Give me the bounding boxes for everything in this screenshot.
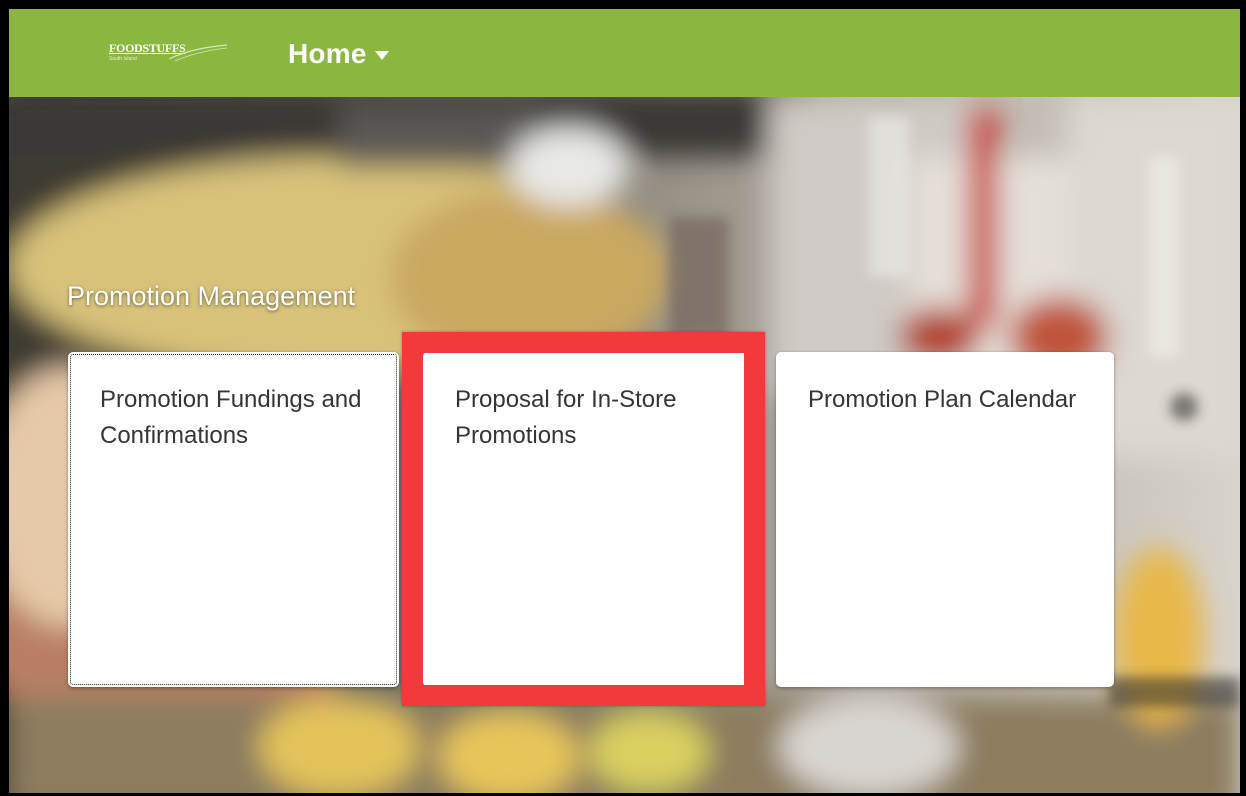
tile-promotion-plan-calendar[interactable]: Promotion Plan Calendar <box>776 352 1114 687</box>
shell-header: FOODSTUFFS South Island Home <box>9 9 1240 97</box>
group-title: Promotion Management <box>67 281 356 311</box>
tile-title: Promotion Plan Calendar <box>808 386 1077 413</box>
logo-subtext: South Island <box>109 56 137 62</box>
home-menu-label: Home <box>288 38 367 69</box>
caret-down-icon <box>374 51 389 60</box>
screenshot-frame: FOODSTUFFS South Island Home Promotion M… <box>0 0 1246 796</box>
tile-title: Proposal for In-Store Promotions <box>455 386 677 449</box>
logo-swoosh-icon <box>168 44 228 62</box>
tile-promotion-fundings[interactable]: Promotion Fundings and Confirmations <box>68 352 399 687</box>
tile-title: Promotion Fundings and Confirmations <box>100 386 362 449</box>
tile-proposal-in-store-promotions[interactable]: Proposal for In-Store Promotions <box>423 352 753 687</box>
launchpad: FOODSTUFFS South Island Home Promotion M… <box>9 9 1240 793</box>
home-menu-button[interactable]: Home <box>288 38 389 69</box>
foodstuffs-logo[interactable]: FOODSTUFFS South Island <box>109 41 234 67</box>
